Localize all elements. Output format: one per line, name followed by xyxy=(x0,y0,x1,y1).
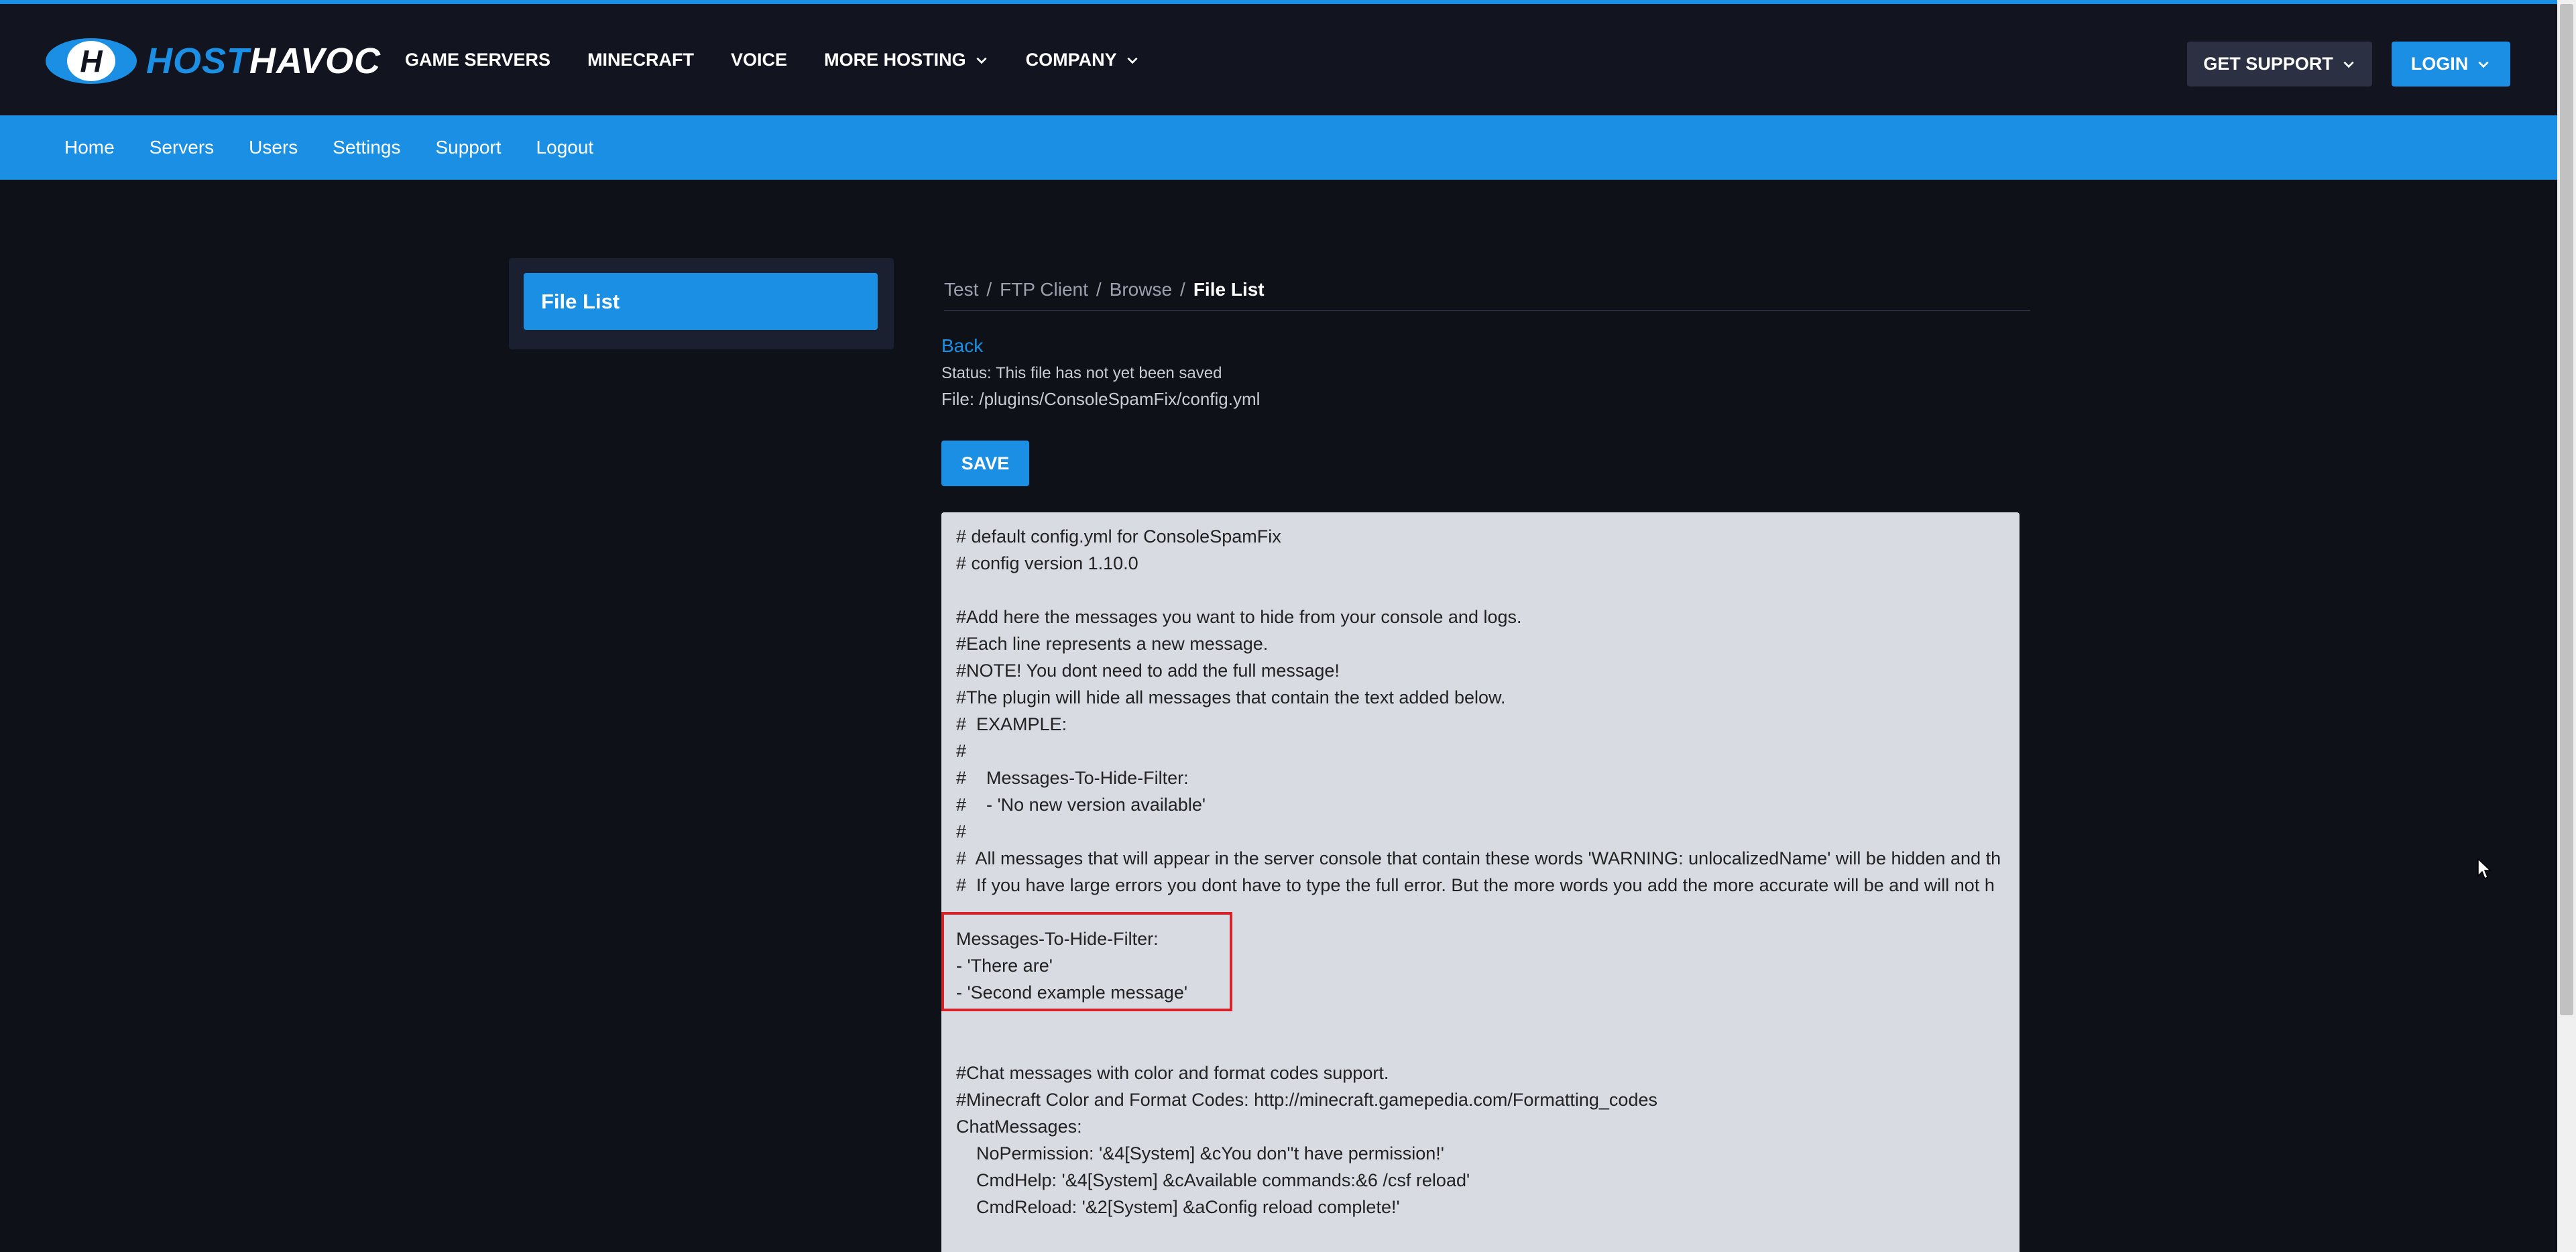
save-status-text: Status: This file has not yet been saved xyxy=(941,364,1222,382)
nav-label: MORE HOSTING xyxy=(824,50,966,70)
editor-line: #NOTE! You dont need to add the full mes… xyxy=(956,661,1340,681)
editor-line: # If you have large errors you dont have… xyxy=(956,875,1995,895)
main-nav: GAME SERVERS MINECRAFT VOICE MORE HOSTIN… xyxy=(405,50,1177,70)
nav-label: MINECRAFT xyxy=(587,50,695,70)
get-support-label: GET SUPPORT xyxy=(2203,54,2333,74)
editor-line: CmdReload: '&2[System] &aConfig reload c… xyxy=(956,1197,1400,1217)
editor-line: #The plugin will hide all messages that … xyxy=(956,687,1506,707)
breadcrumb-separator: / xyxy=(1180,279,1185,300)
subnav-home[interactable]: Home xyxy=(64,137,115,158)
breadcrumb: Test / FTP Client / Browse / File List xyxy=(944,279,2030,311)
file-editor-textarea[interactable]: # default config.yml for ConsoleSpamFix #… xyxy=(941,512,2019,1252)
mouse-cursor-icon xyxy=(2477,858,2492,880)
editor-line: # xyxy=(956,741,967,761)
nav-company[interactable]: COMPANY xyxy=(1026,50,1140,70)
save-button[interactable]: SAVE xyxy=(941,441,1029,486)
editor-line: #Add here the messages you want to hide … xyxy=(956,607,1522,627)
editor-line: NoPermission: '&4[System] &cYou don''t h… xyxy=(956,1143,1444,1163)
editor-line: ChatMessages: xyxy=(956,1117,1082,1137)
breadcrumb-separator: / xyxy=(1096,279,1102,300)
subnav-users[interactable]: Users xyxy=(249,137,298,158)
chevron-down-icon xyxy=(1127,57,1138,64)
sidebar: File List xyxy=(509,258,894,349)
breadcrumb-test[interactable]: Test xyxy=(944,279,978,300)
logo-text: HOSTHAVOC xyxy=(146,40,381,82)
editor-line: # xyxy=(956,821,967,842)
subnav-servers[interactable]: Servers xyxy=(150,137,214,158)
breadcrumb-ftp-client[interactable]: FTP Client xyxy=(1000,279,1088,300)
editor-line: # All messages that will appear in the s… xyxy=(956,848,2001,868)
nav-label: COMPANY xyxy=(1025,50,1117,70)
nav-game-servers[interactable]: GAME SERVERS xyxy=(405,50,550,70)
logo-havoc-text: HAVOC xyxy=(249,41,382,81)
logo-host-text: HOST xyxy=(146,41,250,81)
logo-h-icon: H xyxy=(46,38,137,84)
editor-lines: # default config.yml for ConsoleSpamFix #… xyxy=(956,523,2019,1220)
breadcrumb-browse[interactable]: Browse xyxy=(1110,279,1172,300)
sidebar-item-label: File List xyxy=(541,289,620,313)
login-label: LOGIN xyxy=(2410,54,2469,74)
nav-more-hosting[interactable]: MORE HOSTING xyxy=(824,50,989,70)
editor-line: # config version 1.10.0 xyxy=(956,553,1138,573)
nav-label: VOICE xyxy=(731,50,788,70)
scrollbar-thumb[interactable] xyxy=(2560,4,2573,1015)
login-button[interactable]: LOGIN xyxy=(2392,42,2510,87)
editor-line: # default config.yml for ConsoleSpamFix xyxy=(956,526,1281,547)
subnav-logout[interactable]: Logout xyxy=(536,137,594,158)
editor-line: # - 'No new version available' xyxy=(956,795,1206,815)
editor-line: Messages-To-Hide-Filter: xyxy=(956,929,1159,949)
breadcrumb-separator: / xyxy=(986,279,992,300)
editor-line: #Each line represents a new message. xyxy=(956,634,1269,654)
subnav-settings[interactable]: Settings xyxy=(333,137,400,158)
chevron-down-icon xyxy=(2343,61,2354,68)
editor-line: CmdHelp: '&4[System] &cAvailable command… xyxy=(956,1170,1470,1190)
save-label: SAVE xyxy=(961,453,1010,473)
chevron-down-icon xyxy=(2478,61,2489,68)
editor-line: - 'Second example message' xyxy=(956,982,1187,1003)
back-link[interactable]: Back xyxy=(941,335,983,357)
chevron-down-icon xyxy=(976,57,987,64)
nav-minecraft[interactable]: MINECRAFT xyxy=(587,50,694,70)
hosthavoc-logo[interactable]: H HOSTHAVOC xyxy=(44,31,381,91)
editor-line: # Messages-To-Hide-Filter: xyxy=(956,768,1189,788)
sidebar-item-file-list[interactable]: File List xyxy=(524,273,878,330)
nav-label: GAME SERVERS xyxy=(405,50,551,70)
page-scrollbar[interactable] xyxy=(2557,0,2576,1252)
svg-text:H: H xyxy=(80,44,103,78)
editor-line: #Minecraft Color and Format Codes: http:… xyxy=(956,1090,1657,1110)
breadcrumb-current: File List xyxy=(1193,279,1265,300)
file-path-text: File: /plugins/ConsoleSpamFix/config.yml xyxy=(941,389,1261,409)
editor-line: - 'There are' xyxy=(956,956,1053,976)
sub-nav: Home Servers Users Settings Support Logo… xyxy=(0,115,2557,180)
editor-line: #Chat messages with color and format cod… xyxy=(956,1063,1389,1083)
get-support-button[interactable]: GET SUPPORT xyxy=(2187,42,2372,87)
nav-voice[interactable]: VOICE xyxy=(731,50,787,70)
subnav-support[interactable]: Support xyxy=(435,137,501,158)
top-header: H HOSTHAVOC GAME SERVERS MINECRAFT VOICE… xyxy=(0,0,2557,115)
editor-line: # EXAMPLE: xyxy=(956,714,1067,734)
